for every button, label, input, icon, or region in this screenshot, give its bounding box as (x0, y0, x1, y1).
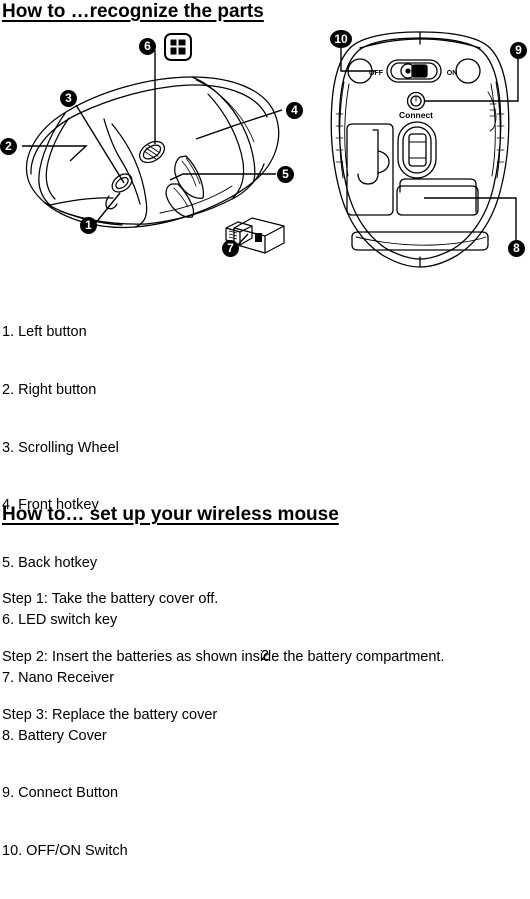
connect-label: Connect (399, 110, 433, 120)
callout-10: 10 (330, 30, 352, 48)
windows-logo-icon (164, 33, 192, 61)
callout-3: 3 (60, 90, 77, 107)
callout-2: 2 (0, 138, 17, 155)
list-item: 9. Connect Button (2, 785, 119, 802)
manual-page: How to …recognize the parts 2 3 6 4 5 1 … (0, 0, 530, 859)
mouse-bottom-view-drawing: OFF ON Connect (330, 31, 519, 268)
callout-5: 5 (277, 166, 294, 183)
windows-logo-glyph (170, 39, 186, 55)
callout-7: 7 (222, 240, 239, 257)
figure-mouse-top-view: 2 3 6 4 5 1 7 (0, 28, 310, 278)
callout-9: 9 (510, 42, 527, 59)
callout-8: 8 (508, 240, 525, 257)
callout-leader-lines (340, 48, 519, 248)
section-title-set-up-mouse: How to… set up your wireless mouse (2, 504, 339, 525)
setup-step: Step 3: Replace the battery cover (2, 706, 218, 723)
list-item: 10. OFF/ON Switch (2, 842, 128, 859)
page-title-recognize-parts: How to …recognize the parts (2, 1, 264, 22)
switch-on-label: ON (447, 70, 458, 77)
list-item: 2. Right button (2, 382, 97, 398)
list-item: 3. Scrolling Wheel (2, 439, 119, 456)
setup-step: Step 1: Take the battery cover off. (2, 591, 219, 608)
callout-4: 4 (286, 102, 303, 119)
page-number: 2 (260, 648, 270, 664)
callout-6: 6 (139, 38, 156, 55)
figure-mouse-bottom-view: OFF ON Connect 10 9 8 (312, 26, 530, 278)
list-item: 1. Left button (2, 324, 87, 341)
callout-leader-lines (22, 50, 283, 249)
mouse-top-view-drawing (22, 50, 285, 254)
callout-1: 1 (80, 217, 97, 234)
